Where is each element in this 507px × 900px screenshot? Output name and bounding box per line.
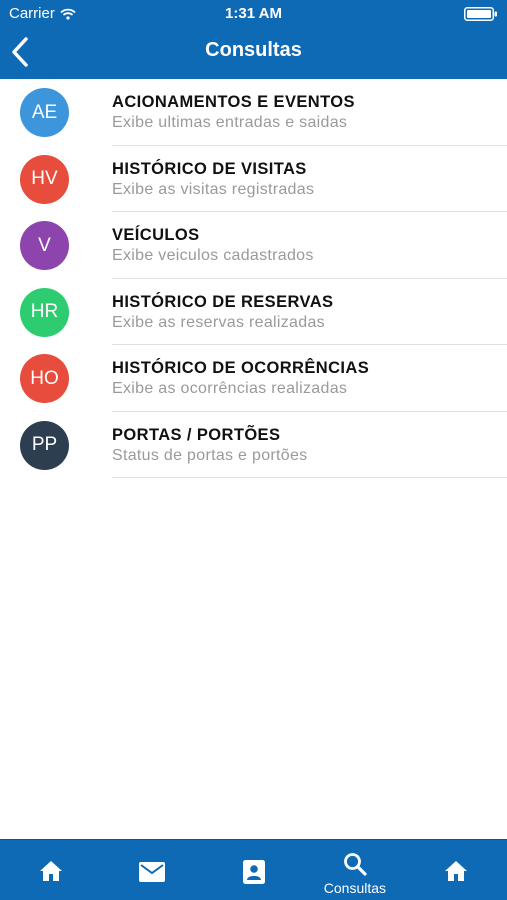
tab-messages[interactable] <box>101 840 202 900</box>
home-icon <box>39 861 62 881</box>
status-time: 1:31 AM <box>225 5 282 22</box>
avatar: HO <box>20 354 69 403</box>
search-icon <box>344 853 367 876</box>
mail-icon <box>139 862 166 882</box>
query-list: AE ACIONAMENTOS E EVENTOS Exibe ultimas … <box>0 79 507 478</box>
divider <box>112 477 507 478</box>
battery-icon <box>464 7 497 21</box>
list-item[interactable]: V VEÍCULOS Exibe veiculos cadastrados <box>0 212 507 279</box>
avatar: PP <box>20 420 69 470</box>
avatar: HR <box>20 287 69 337</box>
status-bar: Carrier 1:31 AM <box>0 0 507 28</box>
page-title: Consultas <box>205 39 302 61</box>
nav-bar: Consultas <box>0 28 507 79</box>
list-item[interactable]: HR HISTÓRICO DE RESERVAS Exibe as reserv… <box>0 279 507 345</box>
tab-label-consultas: Consultas <box>323 880 387 896</box>
avatar: AE <box>20 88 69 137</box>
item-subtitle: Exibe ultimas entradas e saidas <box>112 114 348 131</box>
list-item[interactable]: HV HISTÓRICO DE VISITAS Exibe as visitas… <box>0 146 507 212</box>
item-title: VEÍCULOS <box>112 226 200 244</box>
item-subtitle: Exibe as visitas registradas <box>112 180 315 198</box>
item-subtitle: Exibe as reservas realizadas <box>112 313 325 331</box>
item-title: HISTÓRICO DE RESERVAS <box>112 292 334 311</box>
item-subtitle: Status de portas e portões <box>112 446 308 464</box>
avatar: V <box>20 221 69 270</box>
item-title: PORTAS / PORTÕES <box>112 425 281 444</box>
home-icon <box>445 861 468 881</box>
list-item[interactable]: AE ACIONAMENTOS E EVENTOS Exibe ultimas … <box>0 79 507 146</box>
tab-contacts[interactable] <box>203 840 304 900</box>
item-title: ACIONAMENTOS E EVENTOS <box>112 93 355 111</box>
list-item[interactable]: PP PORTAS / PORTÕES Status de portas e p… <box>0 412 507 478</box>
contact-card-icon <box>242 860 265 884</box>
item-title: HISTÓRICO DE VISITAS <box>112 159 307 178</box>
tab-consultas[interactable]: Consultas <box>304 840 405 900</box>
list-item[interactable]: HO HISTÓRICO DE OCORRÊNCIAS Exibe as oco… <box>0 345 507 412</box>
item-subtitle: Exibe as ocorrências realizadas <box>112 380 348 397</box>
tab-home[interactable] <box>0 840 101 900</box>
item-subtitle: Exibe veiculos cadastrados <box>112 247 314 264</box>
item-title: HISTÓRICO DE OCORRÊNCIAS <box>112 359 370 377</box>
tab-bar: Consultas <box>0 839 507 900</box>
tab-home-2[interactable] <box>406 840 507 900</box>
avatar: HV <box>20 154 69 204</box>
top-bar: Carrier 1:31 AM Consultas <box>0 0 507 79</box>
